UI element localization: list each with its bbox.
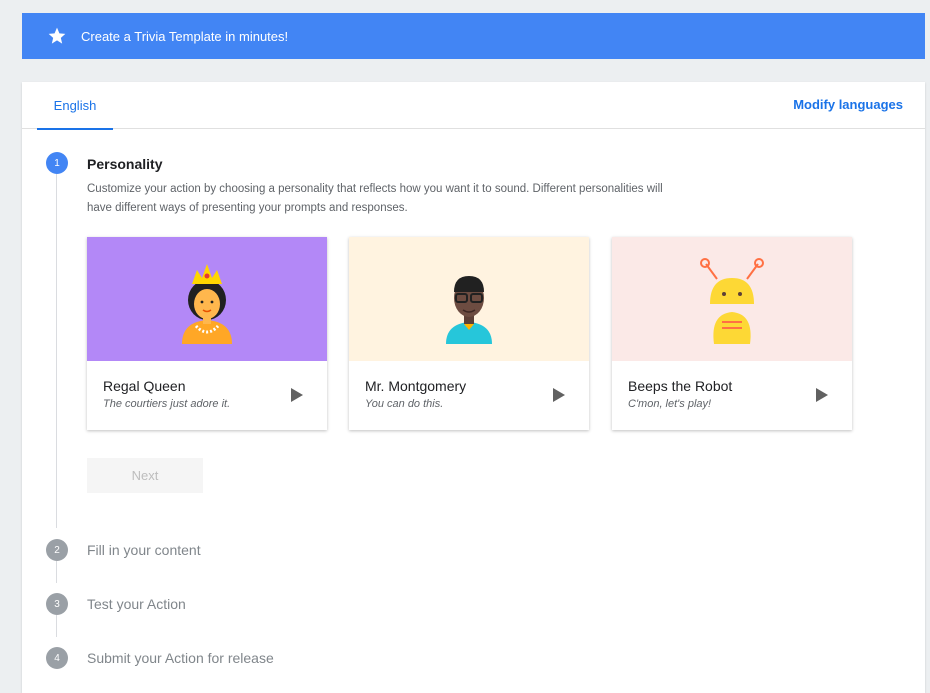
card-name: Mr. Montgomery bbox=[365, 378, 467, 394]
step-4-indicator: 4 bbox=[46, 647, 68, 669]
template-panel: English Modify languages 1 Personality C… bbox=[22, 82, 925, 693]
step-1-title[interactable]: Personality bbox=[87, 156, 162, 172]
card-tagline: The courtiers just adore it. bbox=[103, 398, 231, 410]
step-connector bbox=[56, 174, 57, 528]
step-connector bbox=[56, 615, 57, 637]
star-icon bbox=[48, 27, 66, 44]
robot-avatar-icon bbox=[700, 258, 764, 344]
card-tagline: C'mon, let's play! bbox=[628, 398, 712, 410]
step-connector bbox=[56, 561, 57, 583]
regal-queen-illustration bbox=[87, 237, 327, 361]
language-tabs: English Modify languages bbox=[22, 82, 925, 130]
step-2-title[interactable]: Fill in your content bbox=[87, 542, 201, 558]
personality-description: Customize your action by choosing a pers… bbox=[87, 183, 663, 214]
play-icon[interactable] bbox=[291, 388, 303, 402]
modify-languages-link[interactable]: Modify languages bbox=[793, 97, 903, 112]
beeps-the-robot-illustration bbox=[612, 237, 852, 361]
mr-montgomery-illustration bbox=[349, 237, 589, 361]
step-3-indicator: 3 bbox=[46, 593, 68, 615]
card-name: Regal Queen bbox=[103, 378, 186, 394]
play-icon[interactable] bbox=[816, 388, 828, 402]
personality-card-regal-queen[interactable]: Regal Queen The courtiers just adore it. bbox=[87, 237, 327, 430]
personality-card-mr-montgomery[interactable]: Mr. Montgomery You can do this. bbox=[349, 237, 589, 430]
montgomery-avatar-icon bbox=[446, 276, 492, 344]
banner-title: Create a Trivia Template in minutes! bbox=[81, 28, 289, 44]
card-name: Beeps the Robot bbox=[628, 378, 733, 394]
step-2-indicator: 2 bbox=[46, 539, 68, 561]
step-4-title[interactable]: Submit your Action for release bbox=[87, 650, 274, 666]
queen-avatar-icon bbox=[182, 264, 232, 344]
step-1-indicator: 1 bbox=[46, 152, 68, 174]
tab-english[interactable]: English bbox=[37, 82, 113, 130]
play-icon[interactable] bbox=[553, 388, 565, 402]
step-3-title[interactable]: Test your Action bbox=[87, 596, 186, 612]
card-tagline: You can do this. bbox=[365, 398, 444, 410]
template-banner: Create a Trivia Template in minutes! bbox=[22, 13, 925, 59]
next-button[interactable]: Next bbox=[87, 458, 203, 493]
personality-card-beeps-the-robot[interactable]: Beeps the Robot C'mon, let's play! bbox=[612, 237, 852, 430]
